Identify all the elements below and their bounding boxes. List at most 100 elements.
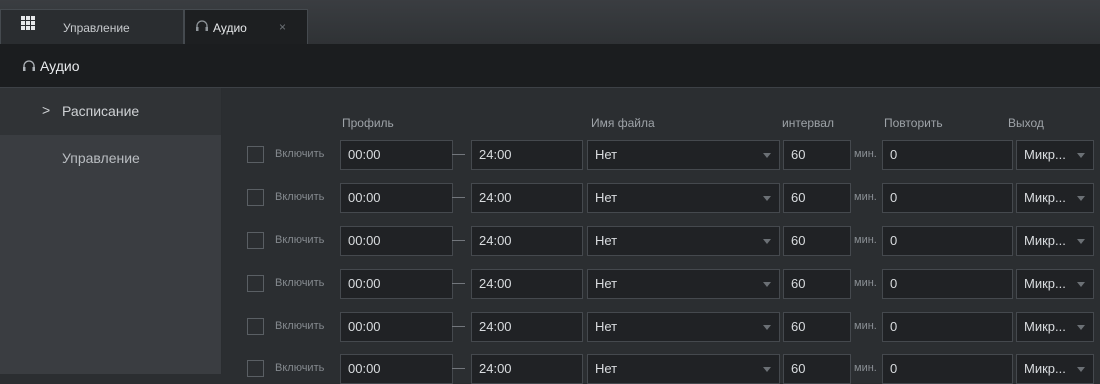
- column-header-repeat: Повторить: [884, 116, 943, 130]
- minutes-unit: мин.: [854, 191, 877, 203]
- interval-input[interactable]: 60: [783, 226, 851, 256]
- sidebar-item-label: Расписание: [62, 103, 140, 119]
- minutes-unit: мин.: [854, 148, 877, 160]
- output-select-value: Микр...: [1024, 319, 1066, 334]
- tab-bar: Управление Аудио ×: [0, 0, 1100, 45]
- start-time-input[interactable]: 00:00: [340, 183, 453, 213]
- schedule-table: Профиль Имя файла интервал Повторить Вых…: [222, 88, 1100, 384]
- file-select-value: Нет: [595, 190, 618, 205]
- end-time-input[interactable]: 24:00: [471, 140, 583, 170]
- end-time-input[interactable]: 24:00: [471, 183, 583, 213]
- start-time-input[interactable]: 00:00: [340, 226, 453, 256]
- repeat-input[interactable]: 0: [882, 183, 1013, 213]
- enable-checkbox[interactable]: [247, 146, 264, 163]
- enable-checkbox[interactable]: [247, 318, 264, 335]
- repeat-input[interactable]: 0: [882, 312, 1013, 342]
- interval-input[interactable]: 60: [783, 140, 851, 170]
- sidebar-item-management[interactable]: Управление: [0, 135, 221, 182]
- output-select-value: Микр...: [1024, 190, 1066, 205]
- file-select-value: Нет: [595, 233, 618, 248]
- repeat-input[interactable]: 0: [882, 226, 1013, 256]
- sidebar-item-label: Управление: [62, 150, 140, 166]
- column-header-output: Выход: [1008, 116, 1044, 130]
- chevron-right-icon: >: [42, 102, 51, 118]
- table-row: Включить 00:00— 24:00 Нет 60 мин. 0 Микр...: [222, 222, 1100, 256]
- output-select[interactable]: Микр...: [1016, 226, 1094, 256]
- enable-checkbox[interactable]: [247, 275, 264, 292]
- chevron-down-icon: [763, 282, 771, 287]
- sidebar-item-schedule[interactable]: > Расписание: [0, 88, 221, 135]
- chevron-down-icon: [1077, 153, 1085, 158]
- start-time-input[interactable]: 00:00: [340, 354, 453, 384]
- interval-input[interactable]: 60: [783, 312, 851, 342]
- range-dash: —: [452, 360, 465, 375]
- range-dash: —: [452, 318, 465, 333]
- tab-management[interactable]: Управление: [0, 9, 184, 44]
- enable-label: Включить: [275, 320, 325, 332]
- interval-input[interactable]: 60: [783, 354, 851, 384]
- file-select[interactable]: Нет: [587, 269, 780, 299]
- repeat-input[interactable]: 0: [882, 140, 1013, 170]
- start-time-input[interactable]: 00:00: [340, 312, 453, 342]
- output-select-value: Микр...: [1024, 147, 1066, 162]
- start-time-input[interactable]: 00:00: [340, 140, 453, 170]
- output-select[interactable]: Микр...: [1016, 183, 1094, 213]
- start-time-input[interactable]: 00:00: [340, 269, 453, 299]
- enable-label: Включить: [275, 277, 325, 289]
- minutes-unit: мин.: [854, 320, 877, 332]
- column-header-file: Имя файла: [591, 116, 655, 130]
- end-time-input[interactable]: 24:00: [471, 226, 583, 256]
- enable-checkbox[interactable]: [247, 189, 264, 206]
- file-select-value: Нет: [595, 147, 618, 162]
- chevron-down-icon: [1077, 282, 1085, 287]
- range-dash: —: [452, 189, 465, 204]
- tab-audio[interactable]: Аудио ×: [184, 9, 308, 45]
- sidebar: > Расписание Управление: [0, 88, 222, 374]
- grid-icon: [21, 16, 35, 30]
- file-select[interactable]: Нет: [587, 354, 780, 384]
- column-header-interval: интервал: [782, 116, 834, 130]
- end-time-input[interactable]: 24:00: [471, 312, 583, 342]
- interval-input[interactable]: 60: [783, 183, 851, 213]
- file-select[interactable]: Нет: [587, 312, 780, 342]
- output-select[interactable]: Микр...: [1016, 312, 1094, 342]
- headphones-icon: [196, 20, 208, 31]
- minutes-unit: мин.: [854, 362, 877, 374]
- chevron-down-icon: [763, 239, 771, 244]
- enable-checkbox[interactable]: [247, 360, 264, 377]
- range-dash: —: [452, 232, 465, 247]
- range-dash: —: [452, 275, 465, 290]
- range-dash: —: [452, 146, 465, 161]
- repeat-input[interactable]: 0: [882, 269, 1013, 299]
- file-select[interactable]: Нет: [587, 226, 780, 256]
- file-select[interactable]: Нет: [587, 140, 780, 170]
- chevron-down-icon: [763, 196, 771, 201]
- enable-label: Включить: [275, 234, 325, 246]
- chevron-down-icon: [763, 153, 771, 158]
- headphones-icon: [23, 60, 35, 71]
- close-icon[interactable]: ×: [279, 20, 286, 34]
- page-header: Аудио: [0, 44, 1100, 88]
- file-select[interactable]: Нет: [587, 183, 780, 213]
- output-select[interactable]: Микр...: [1016, 140, 1094, 170]
- repeat-input[interactable]: 0: [882, 354, 1013, 384]
- minutes-unit: мин.: [854, 277, 877, 289]
- chevron-down-icon: [1077, 367, 1085, 372]
- chevron-down-icon: [763, 367, 771, 372]
- table-row: Включить 00:00—24:00 Нет 60 мин. 0 Микр...: [222, 179, 1100, 213]
- chevron-down-icon: [1077, 196, 1085, 201]
- output-select[interactable]: Микр...: [1016, 354, 1094, 384]
- table-row: Включить 00:00— 24:00 Нет 60 мин. 0 Микр...: [222, 308, 1100, 342]
- minutes-unit: мин.: [854, 234, 877, 246]
- output-select-value: Микр...: [1024, 233, 1066, 248]
- output-select[interactable]: Микр...: [1016, 269, 1094, 299]
- table-row: Включить 00:00—24:00 Нет 60 мин. 0 Микр...: [222, 350, 1100, 384]
- interval-input[interactable]: 60: [783, 269, 851, 299]
- table-row: Включить 00:00— 24:00 Нет 60 мин. 0 Микр...: [222, 136, 1100, 170]
- end-time-input[interactable]: 24:00: [471, 354, 583, 384]
- enable-checkbox[interactable]: [247, 232, 264, 249]
- file-select-value: Нет: [595, 319, 618, 334]
- enable-label: Включить: [275, 148, 325, 160]
- end-time-input[interactable]: 24:00: [471, 269, 583, 299]
- column-header-profile: Профиль: [342, 116, 394, 130]
